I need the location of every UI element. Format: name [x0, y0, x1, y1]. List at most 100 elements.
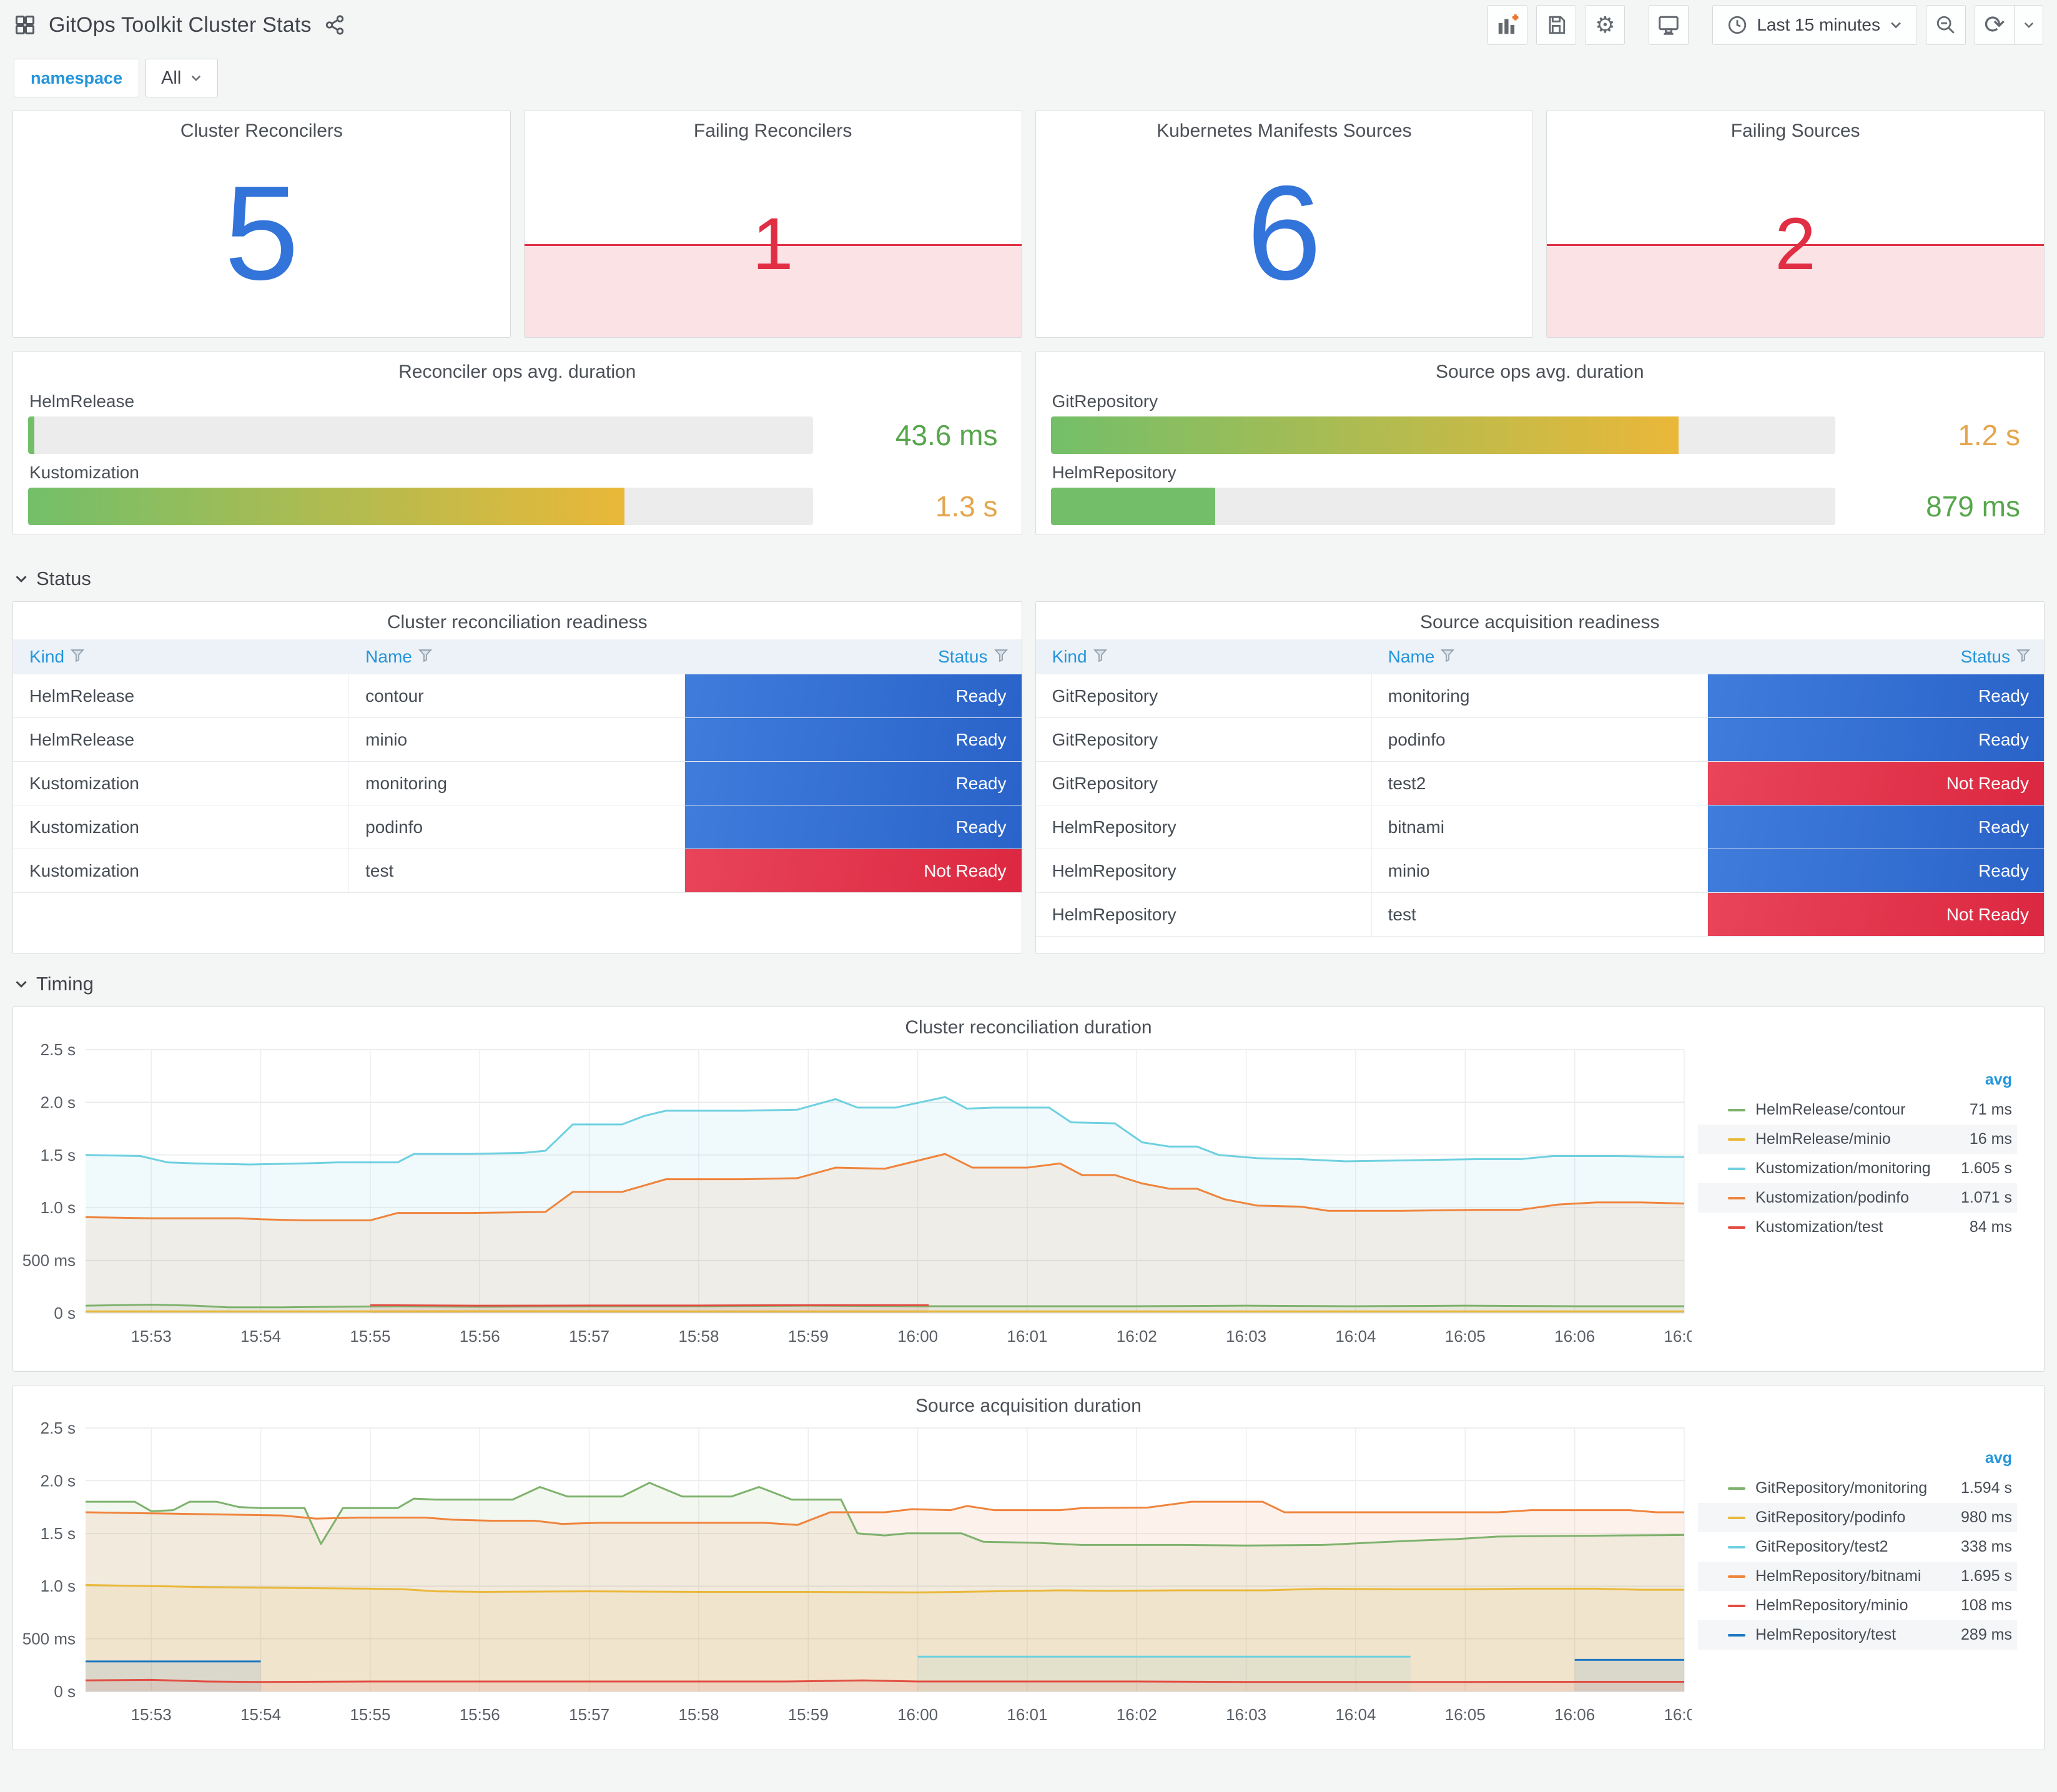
column-header-status[interactable]: Status	[1708, 647, 2044, 667]
refresh-interval-dropdown[interactable]	[2015, 5, 2043, 45]
name-cell: podinfo	[349, 805, 686, 849]
panel-title[interactable]: Source acquisition readiness	[1036, 602, 2045, 633]
zoom-out-button[interactable]	[1926, 5, 1966, 45]
section-title: Status	[36, 568, 91, 589]
legend-series-name: HelmRepository/bitnami	[1755, 1567, 1921, 1585]
name-cell: minio	[1372, 849, 1708, 892]
panel-title[interactable]: Failing Sources	[1547, 111, 2044, 142]
legend-series-swatch	[1728, 1516, 1745, 1519]
x-axis-tick-label: 16:07	[1664, 1705, 1692, 1724]
gauge-label: HelmRepository	[1052, 463, 1176, 482]
legend-series-avg: 1.594 s	[1960, 1479, 2012, 1497]
column-header-name[interactable]: Name	[1372, 647, 1708, 667]
legend-series-swatch	[1728, 1575, 1745, 1578]
x-axis-tick-label: 16:04	[1335, 1327, 1376, 1346]
legend-item[interactable]: Kustomization/test 84 ms	[1698, 1213, 2017, 1242]
legend-item[interactable]: HelmRelease/contour 71 ms	[1698, 1095, 2017, 1125]
kind-cell: GitRepository	[1036, 762, 1372, 805]
x-axis-tick-label: 15:53	[131, 1705, 172, 1724]
name-cell: contour	[349, 674, 686, 717]
legend-series-avg: 289 ms	[1961, 1626, 2012, 1643]
filter-icon[interactable]	[418, 647, 432, 667]
legend-series-avg: 980 ms	[1961, 1509, 2012, 1526]
status-cell: Ready	[685, 762, 1022, 805]
x-axis-tick-label: 16:01	[1007, 1705, 1047, 1724]
section-title: Timing	[36, 973, 94, 995]
gauge-panel-source-ops: Source ops avg. duration GitRepository 1…	[1035, 351, 2045, 535]
status-cell: Ready	[685, 805, 1022, 849]
add-panel-button[interactable]	[1487, 5, 1528, 45]
filter-icon[interactable]	[71, 647, 85, 667]
save-dashboard-button[interactable]	[1536, 5, 1577, 45]
panel-title[interactable]: Cluster reconciliation readiness	[13, 602, 1022, 633]
legend-item[interactable]: GitRepository/monitoring 1.594 s	[1698, 1474, 2017, 1503]
column-header-kind[interactable]: Kind	[1036, 647, 1372, 667]
legend-series-name: Kustomization/podinfo	[1755, 1189, 1909, 1206]
filter-icon[interactable]	[2016, 647, 2030, 667]
legend-item[interactable]: HelmRepository/minio 108 ms	[1698, 1591, 2017, 1620]
panel-title[interactable]: Cluster Reconcilers	[13, 111, 510, 142]
gauge-kustomization: Kustomization 1.3 s	[28, 463, 1007, 525]
share-icon[interactable]	[324, 14, 345, 36]
panel-title[interactable]: Failing Reconcilers	[525, 111, 1022, 142]
tv-mode-button[interactable]	[1649, 5, 1689, 45]
add-panel-icon	[1499, 14, 1519, 34]
stat-value: 2	[1775, 203, 1816, 286]
table-row: HelmRelease minio Ready	[13, 718, 1022, 762]
panel-title[interactable]: Source acquisition duration	[13, 1386, 2044, 1417]
variables-row: namespace All	[0, 50, 2057, 110]
stat-value: 1	[752, 203, 794, 286]
stat-panel-failing-reconcilers: Failing Reconcilers 1	[523, 110, 1022, 338]
x-axis-tick-label: 16:06	[1554, 1705, 1595, 1724]
name-cell: monitoring	[349, 762, 686, 805]
panel-title[interactable]: Reconciler ops avg. duration	[28, 352, 1007, 383]
filter-icon[interactable]	[994, 647, 1008, 667]
time-range-picker[interactable]: Last 15 minutes	[1712, 5, 1917, 45]
section-row-status[interactable]: Status	[0, 551, 2057, 601]
legend-item[interactable]: Kustomization/monitoring 1.605 s	[1698, 1154, 2017, 1183]
filter-icon[interactable]	[1093, 647, 1107, 667]
y-axis-tick-label: 2.0 s	[41, 1093, 76, 1111]
column-header-status[interactable]: Status	[685, 647, 1021, 667]
column-header-name[interactable]: Name	[349, 647, 685, 667]
legend-item[interactable]: GitRepository/test2 338 ms	[1698, 1532, 2017, 1562]
dashboard-grid-icon[interactable]	[14, 14, 36, 36]
section-row-timing[interactable]: Timing	[0, 957, 2057, 1007]
dashboard-settings-button[interactable]: ⚙	[1585, 5, 1625, 45]
gauge-gitrepository: GitRepository 1.2 s	[1050, 391, 2030, 454]
x-axis-tick-label: 16:05	[1445, 1705, 1486, 1724]
legend-item[interactable]: HelmRepository/bitnami 1.695 s	[1698, 1562, 2017, 1591]
legend-series-swatch	[1728, 1487, 1745, 1490]
status-cell: Ready	[685, 718, 1022, 761]
monitor-icon	[1659, 16, 1679, 35]
column-header-kind[interactable]: Kind	[13, 647, 349, 667]
filter-icon[interactable]	[1441, 647, 1455, 667]
x-axis-tick-label: 16:05	[1445, 1327, 1486, 1346]
panel-title[interactable]: Cluster reconciliation duration	[13, 1007, 2044, 1038]
legend-item[interactable]: HelmRepository/test 289 ms	[1698, 1620, 2017, 1650]
legend-item[interactable]: HelmRelease/minio 16 ms	[1698, 1125, 2017, 1154]
y-axis-tick-label: 0 s	[54, 1304, 76, 1322]
kind-cell: HelmRepository	[1036, 893, 1372, 936]
kind-cell: HelmRepository	[1036, 849, 1372, 892]
legend-series-name: GitRepository/test2	[1755, 1538, 1888, 1555]
chevron-down-icon	[16, 981, 27, 988]
chart-legend: avg HelmRelease/contour 71 ms HelmRelease/m…	[1692, 1041, 2032, 1353]
y-axis-tick-label: 500 ms	[22, 1251, 76, 1270]
series-fill	[1574, 1660, 1684, 1691]
legend-item[interactable]: GitRepository/podinfo 980 ms	[1698, 1503, 2017, 1532]
panel-title[interactable]: Kubernetes Manifests Sources	[1036, 111, 1533, 142]
gauge-label: HelmRelease	[29, 391, 135, 411]
gauge-value: 1.2 s	[1958, 419, 2020, 451]
refresh-button[interactable]: ⟳	[1975, 5, 2015, 45]
stats-row: Cluster Reconcilers 5 Failing Reconciler…	[0, 110, 2057, 338]
variable-namespace-select[interactable]: All	[146, 59, 219, 97]
x-axis-tick-label: 15:54	[240, 1327, 281, 1346]
y-axis-tick-label: 2.5 s	[41, 1041, 76, 1059]
legend-series-avg: 108 ms	[1961, 1597, 2012, 1614]
legend-avg-header[interactable]: avg	[1698, 1447, 2017, 1474]
panel-title[interactable]: Source ops avg. duration	[1051, 352, 2030, 383]
gauge-fill	[1050, 488, 1216, 525]
legend-item[interactable]: Kustomization/podinfo 1.071 s	[1698, 1183, 2017, 1213]
legend-avg-header[interactable]: avg	[1698, 1068, 2017, 1095]
